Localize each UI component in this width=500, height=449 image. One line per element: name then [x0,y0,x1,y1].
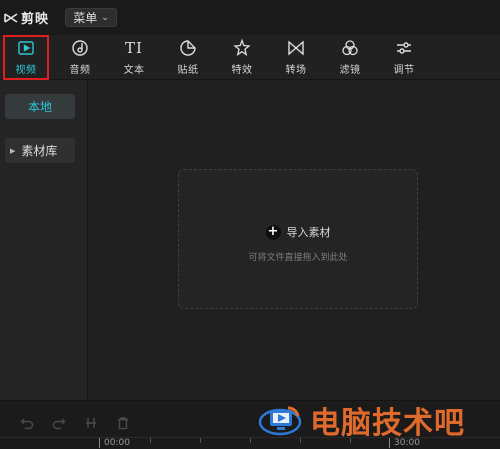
music-disc-icon [70,39,90,57]
tab-filter-label: 滤镜 [339,65,361,76]
video-play-icon [16,39,36,57]
import-label: 导入素材 [286,226,331,239]
ruler-tick [150,438,151,443]
text-ti-icon: TI [125,39,143,57]
tab-adjust[interactable]: 调节 [381,35,427,80]
sliders-adjust-icon [394,39,414,57]
title-bar: 剪映 菜单 ⌄ [0,0,500,35]
tab-audio[interactable]: 音频 [57,35,103,80]
app-name: 剪映 [21,12,50,27]
media-panel: + 导入素材 可将文件直接拖入到此处 [89,80,500,400]
menu-button-label: 菜单 [73,11,98,25]
tab-transition-label: 转场 [285,65,307,76]
tab-text-label: 文本 [123,65,145,76]
tab-video-label: 视频 [15,65,37,76]
delete-trash-icon[interactable] [116,415,130,430]
import-dropzone[interactable]: + 导入素材 可将文件直接拖入到此处 [178,169,418,309]
tab-filter[interactable]: 滤镜 [327,35,373,80]
media-toolbar: 视频 音频 TI 文本 贴纸 特效 转场 滤镜 调节 [0,35,500,80]
tab-effects[interactable]: 特效 [219,35,265,80]
drag-hint: 可将文件直接拖入到此处 [248,253,348,263]
tab-effects-label: 特效 [231,65,253,76]
sticker-icon [178,39,198,57]
filter-circles-icon [340,39,360,57]
ruler-start-time: 00:00 [104,438,130,448]
undo-icon[interactable] [20,415,34,430]
watermark-monitor-icon [258,406,302,436]
tab-video[interactable]: 视频 [3,35,49,80]
menu-button[interactable]: 菜单 ⌄ [65,8,118,27]
sidebar-item-library-label: 素材库 [21,144,58,158]
tab-audio-label: 音频 [69,65,91,76]
chevron-down-icon: ⌄ [101,12,109,23]
sidebar-item-local-label: 本地 [27,100,52,114]
ruler-tick [250,438,251,443]
caret-right-icon: ▶ [10,146,16,155]
capcut-logo-icon [4,12,18,23]
ruler-start-tick [99,438,100,448]
media-sidebar: 本地 ▶ 素材库 [0,80,88,400]
plus-icon: + [265,224,281,240]
site-watermark: 电脑技术吧 [258,398,465,442]
watermark-text: 电脑技术吧 [310,406,465,441]
tab-sticker[interactable]: 贴纸 [165,35,211,80]
bowtie-transition-icon [286,39,306,57]
import-button[interactable]: + 导入素材 [179,224,417,240]
tab-text[interactable]: TI 文本 [111,35,157,80]
split-icon[interactable] [84,415,98,429]
tab-sticker-label: 贴纸 [177,65,199,76]
tab-transition[interactable]: 转场 [273,35,319,80]
sidebar-item-local[interactable]: 本地 [5,94,75,119]
ruler-tick [200,438,201,443]
sidebar-item-library[interactable]: ▶ 素材库 [5,138,75,163]
sparkle-star-icon [232,39,252,57]
app-logo: 剪映 [3,8,49,27]
tab-adjust-label: 调节 [393,65,415,76]
redo-icon[interactable] [52,415,66,430]
